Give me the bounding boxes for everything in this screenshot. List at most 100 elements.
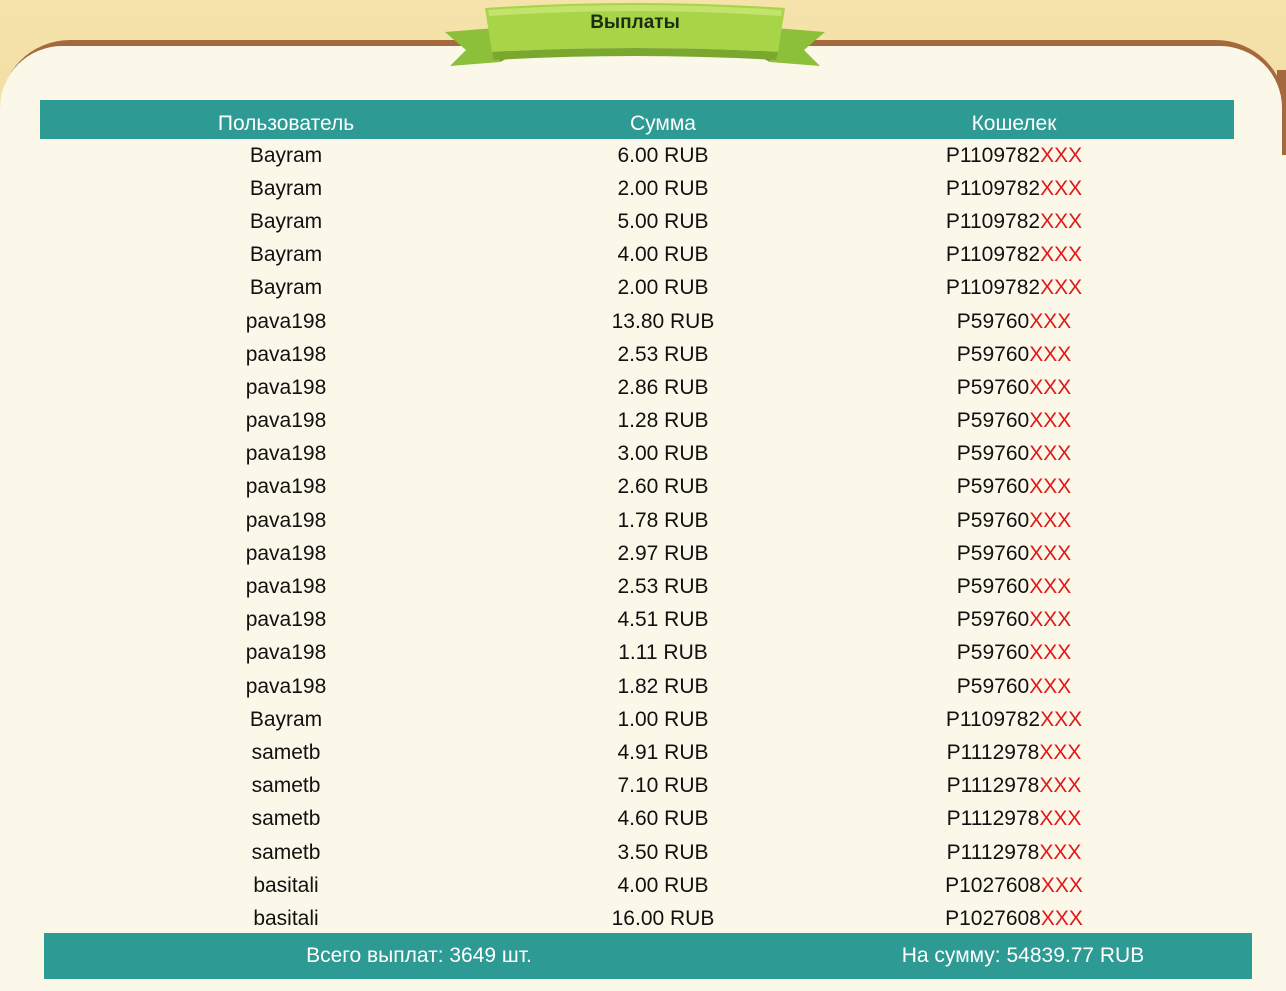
cell-user: Bayram: [249, 707, 323, 731]
table-row: Bayram 6.00 RUB P1109782XXX: [40, 139, 1234, 172]
cell-wallet: P59760XXX: [794, 509, 1234, 533]
wallet-mask: XXX: [1029, 508, 1072, 532]
cell-amount: 3.50 RUB: [617, 840, 709, 864]
table-row: sametb 4.60 RUB P1112978XXX: [40, 803, 1234, 836]
table-footer: Всего выплат: 3649 шт. На сумму: 54839.7…: [44, 933, 1252, 979]
cell-amount: 4.51 RUB: [617, 608, 709, 632]
wallet-mask: XXX: [1040, 906, 1083, 930]
cell-amount: 13.80 RUB: [611, 309, 715, 333]
wallet-number: P1109782: [945, 209, 1041, 233]
cell-user: pava198: [245, 575, 327, 599]
wallet-mask: XXX: [1039, 740, 1082, 764]
wallet-mask: XXX: [1029, 641, 1072, 665]
cell-user: sametb: [251, 740, 321, 764]
cell-user: pava198: [245, 608, 327, 632]
wallet-number: P59760: [956, 541, 1030, 565]
cell-user: basitali: [253, 873, 319, 897]
cell-user: pava198: [245, 674, 327, 698]
table-row: pava198 1.28 RUB P59760XXX: [40, 405, 1234, 438]
cell-amount: 1.11 RUB: [618, 641, 708, 665]
cell-wallet: P1109782XXX: [794, 243, 1234, 267]
cell-user: pava198: [245, 541, 327, 565]
cell-user: pava198: [245, 309, 327, 333]
wallet-mask: XXX: [1039, 774, 1082, 798]
cell-wallet: P59760XXX: [794, 575, 1234, 599]
wallet-number: P1109782: [945, 243, 1041, 267]
cell-user: pava198: [245, 442, 327, 466]
wallet-mask: XXX: [1029, 674, 1072, 698]
cell-amount: 4.00 RUB: [617, 243, 709, 267]
cell-wallet: P59760XXX: [794, 608, 1234, 632]
wallet-number: P59760: [956, 674, 1030, 698]
cell-user: pava198: [245, 508, 327, 532]
cell-wallet: P1112978XXX: [794, 741, 1234, 765]
cell-amount: 1.00 RUB: [617, 707, 709, 731]
wallet-number: P1027608: [945, 906, 1041, 930]
wallet-number: P1109782: [945, 707, 1041, 731]
cell-amount: 16.00 RUB: [611, 906, 715, 930]
cell-user: sametb: [251, 774, 321, 798]
cell-amount: 2.53 RUB: [617, 342, 709, 366]
cell-amount: 4.00 RUB: [617, 873, 709, 897]
wallet-number: P1027608: [945, 873, 1041, 897]
wallet-number: P59760: [956, 608, 1030, 632]
total-payouts-count: Всего выплат: 3649 шт.: [306, 944, 532, 967]
cell-wallet: P59760XXX: [794, 442, 1234, 466]
cell-user: Bayram: [249, 243, 323, 267]
table-row: pava198 2.86 RUB P59760XXX: [40, 371, 1234, 404]
wallet-number: P1112978: [946, 774, 1040, 798]
table-row: pava198 13.80 RUB P59760XXX: [40, 305, 1234, 338]
wallet-number: P1112978: [946, 807, 1040, 831]
wallet-mask: XXX: [1029, 575, 1072, 599]
cell-amount: 1.82 RUB: [617, 674, 709, 698]
table-row: pava198 4.51 RUB P59760XXX: [40, 604, 1234, 637]
cell-user: sametb: [251, 840, 321, 864]
cell-amount: 2.00 RUB: [617, 276, 709, 300]
cell-wallet: P1112978XXX: [794, 841, 1234, 865]
cell-wallet: P1109782XXX: [794, 210, 1234, 234]
wallet-number: P1112978: [946, 740, 1040, 764]
table-row: Bayram 1.00 RUB P1109782XXX: [40, 703, 1234, 736]
cell-wallet: P59760XXX: [794, 475, 1234, 499]
cell-amount: 3.00 RUB: [617, 442, 709, 466]
cell-wallet: P1112978XXX: [794, 807, 1234, 831]
wallet-number: P1109782: [945, 276, 1041, 300]
payouts-table: Пользователь Сумма Кошелек Bayram 6.00 RU…: [40, 100, 1234, 936]
cell-wallet: P59760XXX: [794, 343, 1234, 367]
table-row: Bayram 5.00 RUB P1109782XXX: [40, 205, 1234, 238]
table-row: pava198 2.97 RUB P59760XXX: [40, 537, 1234, 570]
wallet-number: P59760: [956, 475, 1030, 499]
cell-amount: 4.91 RUB: [617, 740, 709, 764]
table-row: Bayram 2.00 RUB P1109782XXX: [40, 172, 1234, 205]
cell-wallet: P59760XXX: [794, 641, 1234, 665]
wallet-number: P59760: [956, 575, 1030, 599]
wallet-number: P59760: [956, 508, 1030, 532]
cell-user: pava198: [245, 409, 327, 433]
cell-wallet: P1109782XXX: [794, 144, 1234, 168]
table-row: pava198 1.78 RUB P59760XXX: [40, 504, 1234, 537]
cell-wallet: P1027608XXX: [794, 907, 1234, 931]
cell-amount: 2.53 RUB: [617, 575, 709, 599]
table-body: Bayram 6.00 RUB P1109782XXX Bayram 2.00 RUB P…: [40, 139, 1234, 936]
wallet-number: P59760: [956, 309, 1030, 333]
cell-user: pava198: [245, 375, 327, 399]
cell-amount: 5.00 RUB: [617, 209, 709, 233]
table-row: sametb 3.50 RUB P1112978XXX: [40, 836, 1234, 869]
wallet-mask: XXX: [1040, 176, 1083, 200]
cell-amount: 1.78 RUB: [617, 508, 709, 532]
wallet-number: P1112978: [946, 840, 1040, 864]
wallet-mask: XXX: [1029, 541, 1072, 565]
page-title: Выплаты: [590, 12, 680, 33]
wallet-number: P59760: [956, 442, 1030, 466]
cell-wallet: P1109782XXX: [794, 177, 1234, 201]
table-row: pava198 2.60 RUB P59760XXX: [40, 471, 1234, 504]
cell-wallet: P59760XXX: [794, 310, 1234, 334]
wallet-number: P59760: [956, 375, 1030, 399]
table-row: Bayram 2.00 RUB P1109782XXX: [40, 272, 1234, 305]
cell-wallet: P1109782XXX: [794, 708, 1234, 732]
cell-amount: 2.60 RUB: [617, 475, 709, 499]
wallet-mask: XXX: [1029, 409, 1072, 433]
wallet-mask: XXX: [1029, 342, 1072, 366]
cell-user: Bayram: [249, 176, 323, 200]
table-row: basitali 16.00 RUB P1027608XXX: [40, 902, 1234, 935]
